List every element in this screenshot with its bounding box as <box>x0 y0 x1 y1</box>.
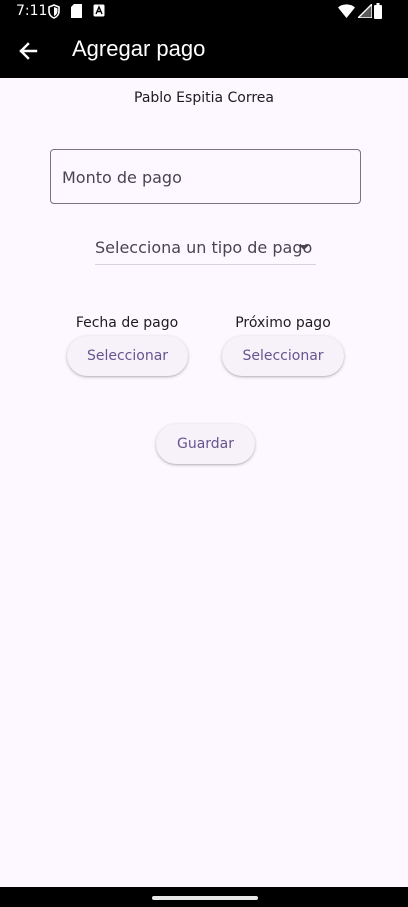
payment-date-label: Fecha de pago <box>75 315 179 331</box>
page-title: Agregar pago <box>72 36 206 61</box>
status-bar: 7:11 <box>0 0 408 24</box>
wifi-icon <box>338 4 355 18</box>
dropdown-arrow-icon <box>299 245 309 250</box>
payment-type-dropdown[interactable]: Selecciona un tipo de pago <box>95 233 316 265</box>
sd-card-icon <box>71 4 82 18</box>
payment-date-select-button[interactable]: Seleccionar <box>67 336 188 376</box>
app-bar: Agregar pago <box>0 24 408 78</box>
amount-field[interactable] <box>50 149 361 204</box>
battery-icon <box>374 3 382 19</box>
next-payment-select-button[interactable]: Seleccionar <box>222 336 344 376</box>
amount-input[interactable] <box>62 165 342 189</box>
client-name: Pablo Espitia Correa <box>134 90 274 106</box>
app-notification-icon <box>93 4 105 17</box>
screen: 7:11 Agregar pago Pablo Espitia Correa M… <box>0 0 408 907</box>
status-time: 7:11 <box>16 3 48 19</box>
navigation-bar <box>0 887 408 907</box>
shield-icon <box>48 4 60 19</box>
payment-type-label: Selecciona un tipo de pago <box>95 238 313 257</box>
save-button[interactable]: Guardar <box>156 424 255 464</box>
home-indicator[interactable] <box>152 896 258 900</box>
arrow-back-icon <box>19 42 38 60</box>
next-payment-label: Próximo pago <box>235 315 331 331</box>
signal-icon <box>358 4 372 18</box>
back-button[interactable] <box>8 31 48 71</box>
